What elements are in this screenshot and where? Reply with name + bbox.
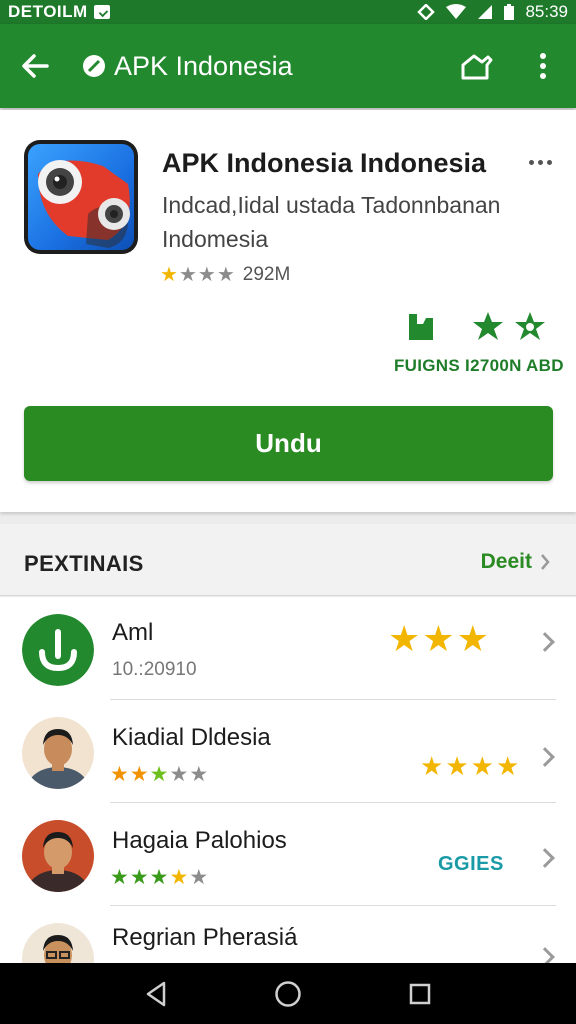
- star-icon: ★: [216, 264, 235, 286]
- thumbs-icon: [409, 314, 433, 340]
- status-bar: DETOILM 85:39: [0, 0, 576, 24]
- star-icon: ★: [160, 264, 178, 286]
- chevron-right-icon: [541, 554, 550, 570]
- list-item-rating-small: ★ ★ ★ ★ ★: [110, 764, 208, 786]
- chevron-right-icon: [535, 947, 555, 963]
- arrow-back-icon: [22, 54, 49, 78]
- section-header: PEXTINAIS Deeit: [0, 524, 576, 596]
- app-name: APK Indonesia Indonesia: [162, 148, 487, 178]
- list-item[interactable]: Regrian Pherasiá: [0, 906, 576, 963]
- chevron-right-icon: [535, 632, 555, 652]
- nav-recents-button[interactable]: [400, 974, 440, 1014]
- star-icon: ★: [129, 763, 149, 786]
- star-icon: ★: [189, 763, 209, 786]
- rating-stars: ★ ★ ★ ★: [160, 265, 235, 285]
- install-button[interactable]: Undu: [24, 406, 553, 481]
- nav-home-icon: [275, 980, 301, 1007]
- chevron-right-icon: [535, 848, 555, 868]
- chevron-right-icon: [535, 747, 555, 767]
- notification-icon: [93, 5, 110, 19]
- star-icon: ★: [420, 751, 444, 781]
- list-item-name: Hagaia Palohios: [112, 827, 287, 854]
- avatar: [22, 923, 94, 963]
- star-icon: ★: [456, 618, 489, 659]
- avatar: [22, 820, 94, 892]
- list-item-rating-small: ★ ★ ★ ★ ★: [110, 867, 208, 889]
- star-icon: ★: [495, 751, 520, 781]
- star-icon: ★: [178, 264, 197, 286]
- status-time: 85:39: [525, 2, 568, 21]
- app-description: Indcad,Iidal ustada Tadonnbanan Indomesi…: [162, 192, 501, 252]
- section-link-label: Deeit: [480, 550, 532, 573]
- share-button[interactable]: [444, 24, 510, 108]
- app-rating: ★ ★ ★ ★ 292M: [160, 264, 290, 286]
- status-text: DETOILM: [8, 2, 88, 21]
- app-icon: [24, 140, 138, 254]
- star-icon: ★: [422, 618, 455, 659]
- list-item[interactable]: Aml 10.:20910 ★ ★ ★: [0, 597, 576, 700]
- star-icon: ★: [169, 866, 189, 889]
- nav-back-button[interactable]: [136, 974, 176, 1014]
- star-icon: ★: [149, 763, 169, 786]
- app-size: 292M: [242, 264, 291, 285]
- more-vert-icon: [540, 53, 546, 79]
- star-outline-icon: [515, 312, 545, 340]
- list-item-stars: ★ ★ ★: [388, 621, 489, 657]
- overflow-menu-button[interactable]: [510, 24, 576, 108]
- badge-icons: [406, 310, 546, 342]
- star-icon: ★: [149, 866, 169, 889]
- star-icon: ★: [110, 763, 129, 786]
- list-item-sub: 10.:20910: [112, 659, 197, 680]
- app-bar-title: APK Indonesia: [114, 50, 293, 81]
- list-item-stars: ★ ★ ★ ★: [420, 748, 519, 784]
- back-button[interactable]: [0, 24, 70, 108]
- list-item-name: Aml: [112, 619, 154, 646]
- system-nav-bar: [0, 963, 576, 1024]
- list-item-tag: GGIES: [438, 853, 504, 875]
- list-item[interactable]: Kiadial Dldesia ★ ★ ★ ★ ★ ★ ★ ★ ★: [0, 700, 576, 803]
- star-badge-icon: [473, 312, 503, 340]
- list-item-name: Kiadial Dldesia: [112, 724, 271, 751]
- app-more-button[interactable]: [522, 150, 558, 174]
- avatar: [22, 717, 94, 789]
- section-title: PEXTINAIS: [24, 551, 144, 576]
- signal-icon: [478, 5, 493, 19]
- share-icon: [461, 54, 493, 80]
- list-item-name: Regrian Pherasiá: [112, 924, 298, 951]
- star-icon: ★: [197, 264, 216, 286]
- star-icon: ★: [110, 866, 129, 889]
- app-detail-card: APK Indonesia Indonesia Indcad,Iidal ust…: [0, 110, 576, 512]
- star-icon: ★: [169, 763, 189, 786]
- nav-back-icon: [146, 981, 166, 1006]
- star-icon: ★: [388, 618, 421, 659]
- related-list: Aml 10.:20910 ★ ★ ★ Kiadial Dldesia ★ ★ …: [0, 597, 576, 963]
- camera-robot-icon: [38, 160, 130, 248]
- app-bar: APK Indonesia: [0, 24, 576, 108]
- star-icon: ★: [470, 751, 494, 781]
- brand-leaf-icon: [83, 55, 105, 77]
- battery-icon: [504, 3, 515, 20]
- nav-recents-icon: [409, 983, 431, 1004]
- star-icon: ★: [445, 751, 469, 781]
- star-icon: ★: [129, 866, 149, 889]
- badge-caption: FUIGNS I2700N ABD: [394, 356, 564, 375]
- download-icon: [22, 614, 94, 686]
- nav-home-button[interactable]: [268, 974, 308, 1014]
- sync-icon: [417, 4, 436, 20]
- list-item[interactable]: Hagaia Palohios ★ ★ ★ ★ ★ GGIES: [0, 803, 576, 906]
- star-icon: ★: [189, 866, 209, 889]
- wifi-icon: [446, 4, 467, 19]
- section-more-link[interactable]: Deeit: [481, 550, 550, 574]
